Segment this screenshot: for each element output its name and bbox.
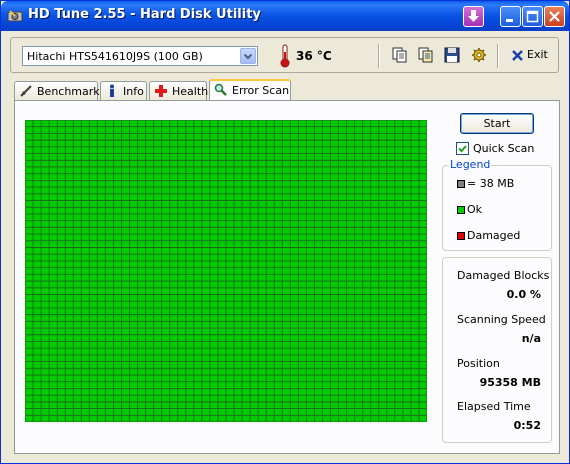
chevron-down-icon[interactable] [240, 48, 256, 64]
toolbar-separator [378, 44, 380, 68]
temperature-readout: 36 °C [296, 49, 332, 63]
minimize-button[interactable] [500, 6, 521, 27]
main-window: HD Tune 2.55 - Hard Disk Utility Hitachi… [0, 0, 570, 464]
legend-swatch-size [457, 180, 465, 188]
legend-damaged-label: Damaged [467, 229, 521, 242]
damaged-blocks-label: Damaged Blocks [457, 269, 550, 282]
legend-group: Legend = 38 MB Ok Damaged [442, 158, 552, 251]
down-arrow-icon [468, 10, 479, 22]
maximize-icon [526, 10, 539, 23]
tab-label: Info [123, 85, 144, 98]
window-title: HD Tune 2.55 - Hard Disk Utility [28, 7, 261, 22]
drive-select[interactable]: Hitachi HTS541610J9S (100 GB) [22, 46, 258, 66]
close-icon [549, 11, 560, 22]
tab-label: Benchmark [37, 85, 100, 98]
toolbar: Hitachi HTS541610J9S (100 GB) 36 °C Exit [10, 37, 559, 73]
quick-scan-label: Quick Scan [473, 142, 535, 155]
elapsed-time-value: 0:52 [513, 419, 541, 432]
download-button[interactable] [463, 6, 484, 27]
position-value: 95358 MB [479, 376, 541, 389]
save-icon[interactable] [444, 47, 460, 63]
magnifier-icon [214, 83, 227, 96]
tab-info[interactable]: Info [100, 81, 147, 100]
checkmark-icon [458, 145, 467, 153]
exit-label: Exit [527, 48, 548, 61]
elapsed-time-label: Elapsed Time [457, 400, 531, 413]
stats-group: Damaged Blocks 0.0 % Scanning Speed n/a … [442, 257, 552, 443]
legend-swatch-damaged [457, 232, 465, 240]
title-bar[interactable]: HD Tune 2.55 - Hard Disk Utility [1, 1, 569, 31]
error-scan-panel: Start Quick Scan Legend = 38 MB Ok Damag… [14, 100, 560, 454]
tab-error-scan[interactable]: Error Scan [209, 79, 291, 101]
position-label: Position [457, 357, 500, 370]
close-button[interactable] [544, 6, 565, 27]
toolbar-separator [497, 44, 499, 68]
checkbox-box[interactable] [456, 142, 469, 155]
legend-size-label: = 38 MB [467, 177, 515, 190]
damaged-blocks-value: 0.0 % [506, 288, 541, 301]
benchmark-icon [20, 85, 32, 97]
tab-benchmark[interactable]: Benchmark [14, 81, 100, 100]
scanning-speed-value: n/a [521, 332, 541, 345]
scanning-speed-label: Scanning Speed [457, 313, 546, 326]
tab-label: Health [172, 85, 209, 98]
legend-ok-label: Ok [467, 203, 483, 216]
drive-select-value: Hitachi HTS541610J9S (100 GB) [27, 50, 203, 63]
maximize-button[interactable] [522, 6, 543, 27]
exit-icon [512, 50, 523, 61]
tab-health[interactable]: Health [149, 81, 209, 100]
legend-title: Legend [449, 158, 492, 171]
options-icon[interactable] [471, 47, 487, 63]
minimize-icon [506, 19, 513, 22]
info-icon [110, 84, 114, 97]
thermometer-icon [280, 44, 290, 68]
copy-icon[interactable] [392, 47, 408, 63]
copy-text-icon[interactable] [418, 47, 434, 63]
health-cross-icon [155, 85, 167, 97]
start-button[interactable]: Start [460, 113, 534, 134]
scan-block-grid [25, 120, 427, 422]
hdtune-app-icon [7, 10, 23, 22]
legend-swatch-ok [457, 206, 465, 214]
tab-label: Error Scan [232, 84, 290, 97]
